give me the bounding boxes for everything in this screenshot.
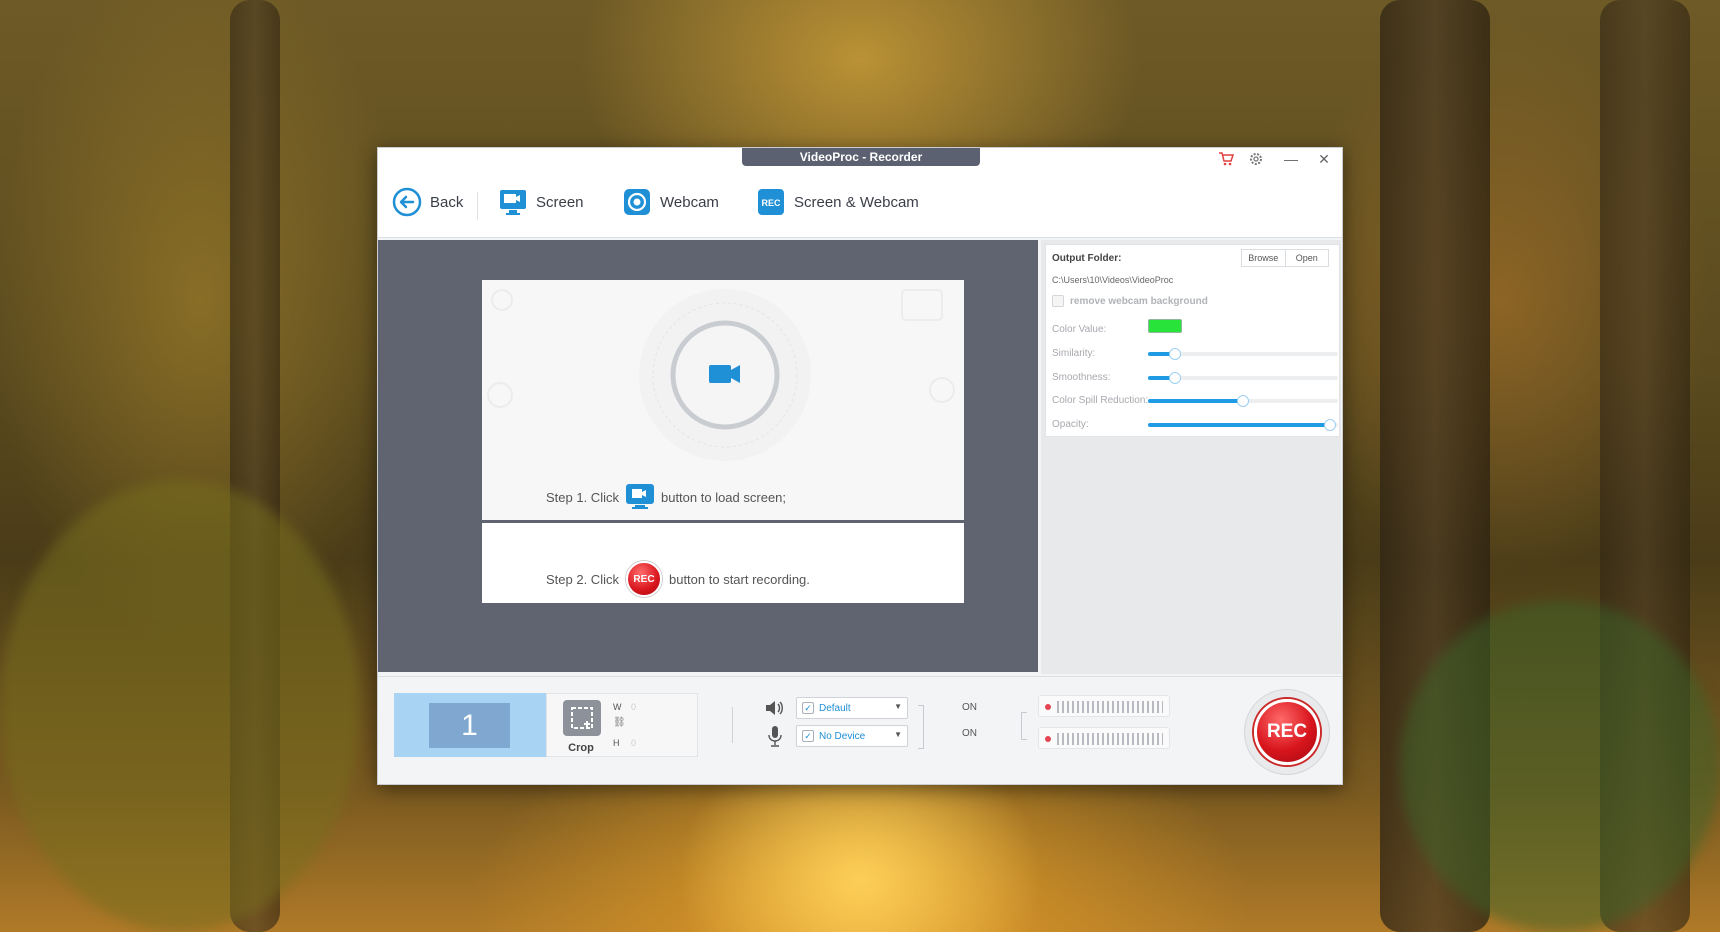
output-folder-label: Output Folder: (1052, 253, 1122, 264)
remove-bg-checkbox[interactable] (1052, 295, 1064, 307)
minimize-button[interactable]: — (1280, 150, 1302, 168)
color-value-swatch[interactable] (1148, 319, 1182, 333)
color-spill-label: Color Spill Reduction: (1052, 395, 1149, 406)
step1-prefix: Step 1. Click (546, 489, 619, 505)
step2-instruction: Step 2. Click REC button to start record… (546, 561, 810, 597)
smoothness-slider-knob[interactable] (1168, 372, 1181, 384)
output-path: C:\Users\10\Videos\VideoProc (1052, 275, 1174, 285)
settings-gear-icon[interactable] (1245, 150, 1267, 168)
rec-badge-icon: REC (756, 187, 786, 217)
settings-panel: Output Folder: Browse Open C:\Users\10\V… (1041, 240, 1341, 674)
toolbar: Back Screen Webcam REC Screen & Webcam (378, 170, 1342, 238)
step2-card: Step 2. Click REC button to start record… (482, 523, 964, 603)
screen-label: Screen (536, 193, 584, 211)
height-label: H (613, 738, 620, 748)
step1-instruction: Step 1. Click button to load screen; (546, 484, 786, 510)
microphone-device-value: No Device (819, 730, 866, 742)
bracket-decoration (918, 705, 924, 749)
microphone-device-dropdown[interactable]: ✓ No Device ▼ (796, 725, 908, 747)
crop-button[interactable]: Crop (551, 696, 611, 754)
opacity-slider[interactable] (1148, 419, 1338, 431)
title-bar: VideoProc - Recorder — ✕ (378, 148, 1342, 170)
height-field[interactable]: 0 (631, 738, 636, 748)
output-settings: Output Folder: Browse Open C:\Users\10\V… (1045, 244, 1340, 437)
bottom-control-bar: 1 Crop W 0 ⛓ H 0 ✓ Default ▼ ✓ No Device… (378, 676, 1342, 784)
audio-divider (732, 707, 733, 743)
webcam-label: Webcam (660, 193, 719, 211)
opacity-slider-knob[interactable] (1324, 419, 1337, 431)
crop-panel: Crop W 0 ⛓ H 0 (546, 693, 698, 757)
speaker-device-value: Default (819, 702, 851, 714)
screen-webcam-label: Screen & Webcam (794, 193, 919, 211)
similarity-label: Similarity: (1052, 348, 1096, 359)
speaker-device-dropdown[interactable]: ✓ Default ▼ (796, 697, 908, 719)
similarity-slider-knob[interactable] (1168, 348, 1181, 360)
monitor-selector[interactable]: 1 (394, 693, 546, 757)
microphone-level-bars (1057, 733, 1163, 745)
opacity-slider-fill (1148, 423, 1331, 427)
bracket-decoration (1021, 712, 1027, 740)
speaker-level-dot (1045, 704, 1051, 710)
foliage-decoration (0, 480, 360, 932)
speaker-level-bars (1057, 701, 1163, 713)
chevron-down-icon: ▼ (894, 730, 902, 739)
recorder-window: VideoProc - Recorder — ✕ Back Screen Web… (377, 147, 1343, 785)
close-button[interactable]: ✕ (1313, 150, 1335, 168)
window-title: VideoProc - Recorder (742, 148, 980, 166)
remove-bg-label: remove webcam background (1070, 295, 1208, 307)
similarity-slider[interactable] (1148, 348, 1338, 360)
chevron-down-icon: ▼ (894, 702, 902, 711)
monitor-number: 1 (429, 703, 510, 748)
color-spill-slider[interactable] (1148, 395, 1338, 407)
microphone-state[interactable]: ON (962, 728, 977, 739)
microphone-icon (767, 725, 783, 747)
cart-icon[interactable] (1215, 150, 1237, 168)
screen-monitor-icon (625, 484, 654, 510)
rec-button[interactable]: REC (1254, 699, 1320, 765)
step2-prefix: Step 2. Click (546, 571, 619, 587)
rec-icon: REC (625, 561, 662, 597)
speaker-level-meter (1038, 695, 1170, 717)
microphone-enable-checkbox[interactable]: ✓ (802, 730, 814, 742)
microphone-level-dot (1045, 736, 1051, 742)
speaker-enable-checkbox[interactable]: ✓ (802, 702, 814, 714)
screen-webcam-button[interactable]: REC Screen & Webcam (756, 184, 919, 220)
back-arrow-icon (392, 187, 422, 217)
toolbar-divider (477, 192, 478, 220)
opacity-label: Opacity: (1052, 419, 1089, 430)
screen-button[interactable]: Screen (498, 184, 584, 220)
color-spill-slider-knob[interactable] (1237, 395, 1249, 407)
step2-suffix: button to start recording. (668, 571, 810, 587)
preview-area: Step 1. Click button to load screen; Ste… (378, 240, 1038, 672)
webcam-icon (622, 187, 652, 217)
rec-button-ring: REC (1244, 689, 1330, 775)
crop-icon (563, 700, 601, 736)
smoothness-label: Smoothness: (1052, 372, 1111, 383)
step1-card: Step 1. Click button to load screen; (482, 280, 964, 520)
color-value-label: Color Value: (1052, 324, 1107, 335)
webcam-button[interactable]: Webcam (622, 184, 719, 220)
microphone-level-meter (1038, 727, 1170, 749)
speaker-state[interactable]: ON (962, 702, 977, 713)
screen-monitor-icon (498, 187, 528, 217)
svg-text:REC: REC (761, 198, 781, 208)
foliage-decoration (1400, 600, 1720, 932)
crop-label: Crop (568, 742, 594, 754)
open-folder-button[interactable]: Open (1286, 250, 1329, 266)
link-chain-icon[interactable]: ⛓ (613, 717, 626, 728)
width-label: W (613, 702, 622, 712)
width-field[interactable]: 0 (631, 702, 636, 712)
browse-button[interactable]: Browse (1242, 250, 1286, 266)
smoothness-slider[interactable] (1148, 372, 1338, 384)
speaker-icon (764, 699, 784, 717)
back-label: Back (430, 193, 464, 211)
color-spill-slider-fill (1148, 399, 1243, 403)
step1-suffix: button to load screen; (660, 489, 787, 505)
back-button[interactable]: Back (392, 184, 463, 220)
